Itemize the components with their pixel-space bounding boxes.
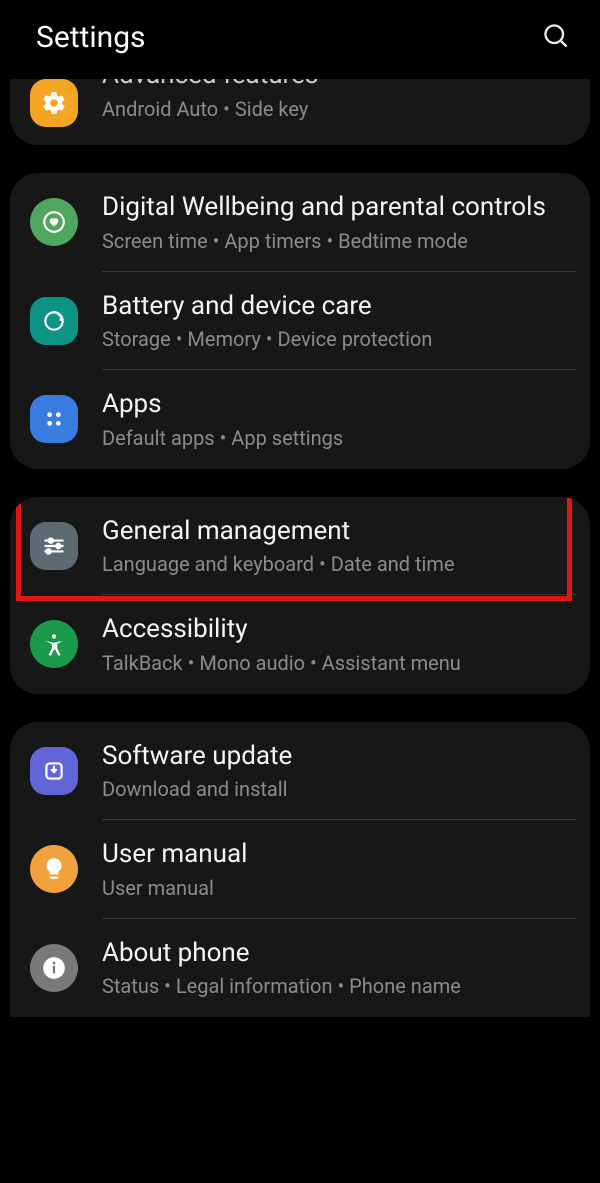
text-col: General management Language and keyboard… [102,515,455,578]
text-col: User manual User manual [102,838,247,901]
item-subtitle: Screen time • App timers • Bedtime mode [102,228,546,254]
item-title: Apps [102,388,343,421]
wellbeing-icon [30,198,78,246]
item-subtitle: Storage • Memory • Device protection [102,326,432,352]
settings-group: Advanced features Android Auto • Side ke… [10,79,590,145]
text-col: Apps Default apps • App settings [102,388,343,451]
item-title: User manual [102,838,247,871]
header: Settings [0,0,600,79]
settings-item-software-update[interactable]: Software update Download and install [10,722,590,821]
settings-item-apps[interactable]: Apps Default apps • App settings [10,370,590,469]
search-button[interactable] [542,22,570,54]
text-col: Battery and device care Storage • Memory… [102,290,432,353]
item-title: Software update [102,740,292,773]
item-title: Advanced features [102,79,318,92]
item-subtitle: TalkBack • Mono audio • Assistant menu [102,650,461,676]
software-update-icon [30,747,78,795]
item-title: Digital Wellbeing and parental controls [102,191,546,224]
item-subtitle: Default apps • App settings [102,425,343,451]
item-subtitle: Language and keyboard • Date and time [102,551,455,577]
text-col: About phone Status • Legal information •… [102,937,461,1000]
user-manual-icon [30,845,78,893]
item-title: About phone [102,937,461,970]
apps-icon [30,395,78,443]
text-col: Digital Wellbeing and parental controls … [102,191,546,254]
settings-group: Software update Download and install Use… [10,722,590,1018]
settings-item-digital-wellbeing[interactable]: Digital Wellbeing and parental controls … [10,173,590,272]
item-title: General management [102,515,455,548]
advanced-features-icon [30,79,78,127]
item-subtitle: Download and install [102,776,292,802]
text-col: Accessibility TalkBack • Mono audio • As… [102,613,461,676]
item-subtitle: Android Auto • Side key [102,96,318,122]
about-phone-icon [30,944,78,992]
text-col: Software update Download and install [102,740,292,803]
settings-item-user-manual[interactable]: User manual User manual [10,820,590,919]
page-title: Settings [36,20,146,55]
settings-group: Digital Wellbeing and parental controls … [10,173,590,469]
item-title: Battery and device care [102,290,432,323]
settings-item-advanced-features[interactable]: Advanced features Android Auto • Side ke… [10,79,590,145]
device-care-icon [30,297,78,345]
item-subtitle: Status • Legal information • Phone name [102,973,461,999]
general-management-icon [30,522,78,570]
item-title: Accessibility [102,613,461,646]
settings-item-accessibility[interactable]: Accessibility TalkBack • Mono audio • As… [10,595,590,694]
accessibility-icon [30,620,78,668]
settings-item-general-management[interactable]: General management Language and keyboard… [10,497,590,596]
text-col: Advanced features Android Auto • Side ke… [102,79,318,122]
settings-item-about-phone[interactable]: About phone Status • Legal information •… [10,919,590,1018]
search-icon [542,22,570,50]
settings-item-battery-device-care[interactable]: Battery and device care Storage • Memory… [10,272,590,371]
settings-group: General management Language and keyboard… [10,497,590,694]
item-subtitle: User manual [102,875,247,901]
